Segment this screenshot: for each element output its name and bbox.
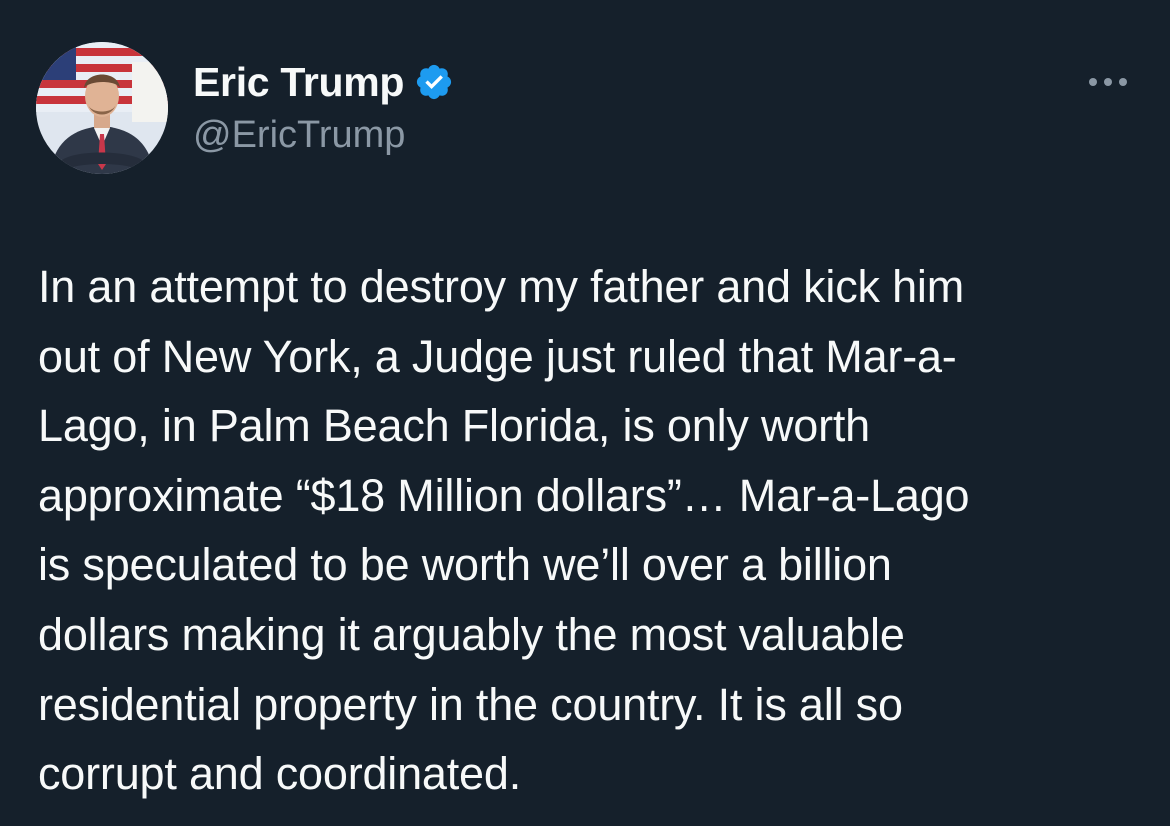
tweet-card: Eric Trump @EricTrump In an attempt to d… [0,0,1170,826]
author-avatar[interactable] [36,42,168,174]
verified-badge-icon[interactable] [414,62,454,102]
name-row: Eric Trump [193,56,454,108]
avatar-photo [36,42,168,174]
ellipsis-icon [1089,78,1127,86]
author-identity: Eric Trump @EricTrump [193,56,454,157]
author-display-name[interactable]: Eric Trump [193,59,404,106]
author-handle[interactable]: @EricTrump [193,114,454,157]
more-options-button[interactable] [1084,64,1132,100]
tweet-body-text: In an attempt to destroy my father and k… [38,261,970,800]
